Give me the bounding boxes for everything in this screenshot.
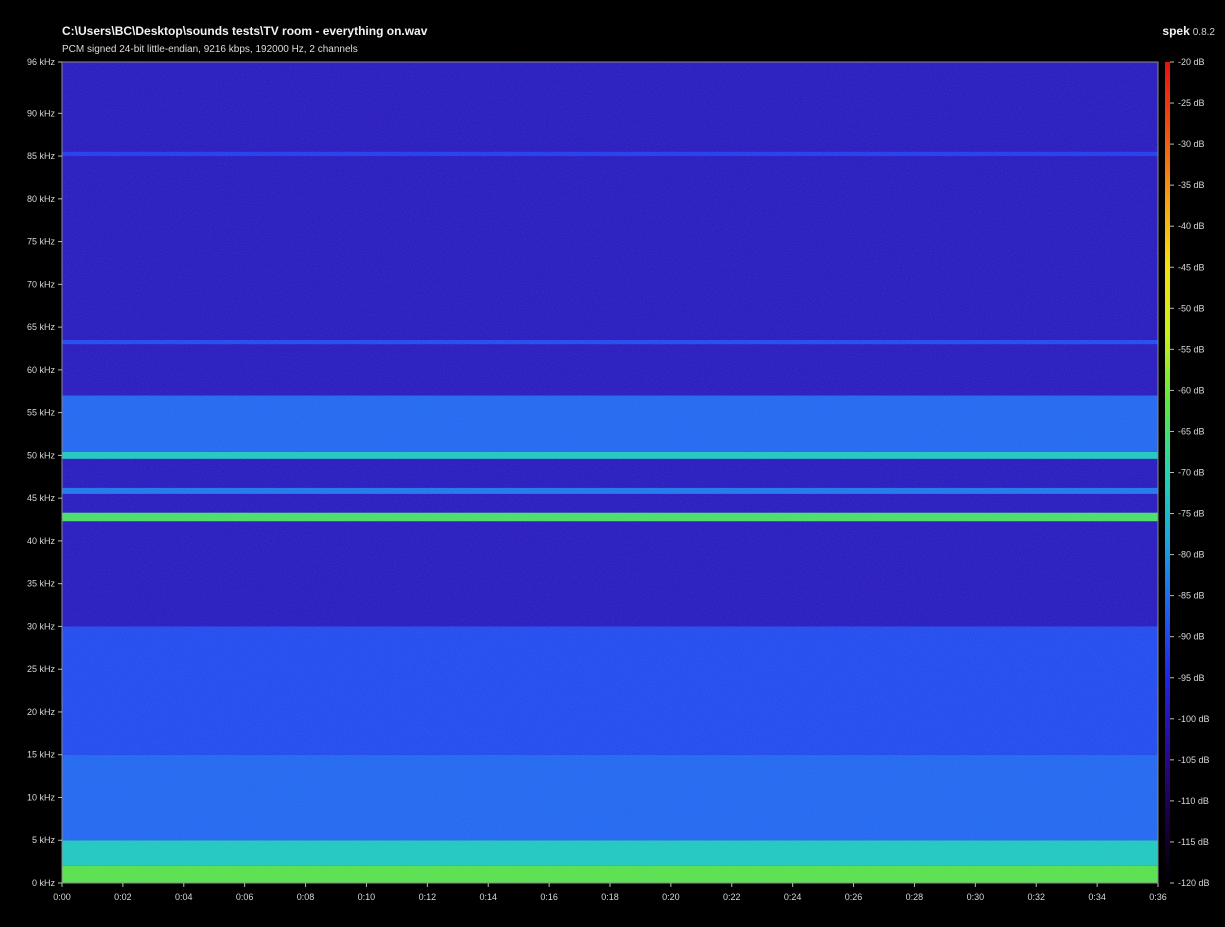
colorbar-tick-label: -100 dB xyxy=(1178,714,1210,724)
x-tick-label: 0:26 xyxy=(845,892,863,902)
colorbar-tick-label: -95 dB xyxy=(1178,673,1205,683)
y-tick-label: 25 kHz xyxy=(27,664,56,674)
x-tick-label: 0:18 xyxy=(601,892,619,902)
colorbar-tick-label: -60 dB xyxy=(1178,385,1205,395)
colorbar-tick-label: -110 dB xyxy=(1178,796,1209,806)
y-tick-label: 70 kHz xyxy=(27,279,56,289)
y-tick-label: 20 kHz xyxy=(27,707,56,717)
colorbar-tick-label: -45 dB xyxy=(1178,262,1205,272)
y-tick-label: 40 kHz xyxy=(27,536,56,546)
y-tick-label: 75 kHz xyxy=(27,237,56,247)
x-tick-label: 0:08 xyxy=(297,892,315,902)
x-tick-label: 0:24 xyxy=(784,892,802,902)
y-tick-label: 55 kHz xyxy=(27,408,56,418)
y-tick-label: 65 kHz xyxy=(27,322,56,332)
colorbar-tick-label: -85 dB xyxy=(1178,591,1205,601)
x-tick-label: 0:12 xyxy=(419,892,437,902)
x-tick-label: 0:00 xyxy=(53,892,71,902)
y-tick-label: 80 kHz xyxy=(27,194,56,204)
x-tick-label: 0:32 xyxy=(1027,892,1045,902)
x-tick-label: 0:20 xyxy=(662,892,680,902)
spectrogram-plot xyxy=(61,61,1159,884)
x-tick-label: 0:10 xyxy=(358,892,376,902)
colorbar-tick-label: -115 dB xyxy=(1178,837,1209,847)
y-tick-label: 85 kHz xyxy=(27,151,56,161)
y-tick-label: 96 kHz xyxy=(27,57,56,67)
y-tick-label: 15 kHz xyxy=(27,750,56,760)
y-tick-label: 0 kHz xyxy=(32,878,56,888)
colorbar-tick-label: -35 dB xyxy=(1178,180,1205,190)
y-tick-label: 45 kHz xyxy=(27,493,56,503)
colorbar-tick-label: -70 dB xyxy=(1178,468,1205,478)
colorbar-gradient xyxy=(1165,62,1170,883)
y-tick-label: 35 kHz xyxy=(27,579,56,589)
spectrogram-noise-texture xyxy=(62,62,1158,883)
y-tick-label: 50 kHz xyxy=(27,450,56,460)
colorbar-tick-label: -120 dB xyxy=(1178,878,1210,888)
colorbar-tick-label: -90 dB xyxy=(1178,632,1205,642)
x-tick-label: 0:02 xyxy=(114,892,132,902)
x-tick-label: 0:30 xyxy=(967,892,985,902)
colorbar-tick-label: -75 dB xyxy=(1178,509,1205,519)
colorbar-tick-label: -65 dB xyxy=(1178,426,1205,436)
x-tick-label: 0:22 xyxy=(723,892,741,902)
y-tick-label: 30 kHz xyxy=(27,621,56,631)
x-tick-label: 0:28 xyxy=(906,892,924,902)
colorbar-tick-label: -55 dB xyxy=(1178,344,1205,354)
colorbar-tick-label: -40 dB xyxy=(1178,221,1205,231)
colorbar-tick-label: -105 dB xyxy=(1178,755,1210,765)
y-tick-label: 60 kHz xyxy=(27,365,56,375)
y-tick-label: 90 kHz xyxy=(27,108,56,118)
spectrogram-chart: 0:00 0:02 0:04 0:06 0:08 0:10 0:12 0:14 0:16 0:18… xyxy=(27,57,1210,902)
y-tick-label: 10 kHz xyxy=(27,792,56,802)
frequency-axis: 0 kHz 5 kHz 10 kHz 15 kHz 20 kHz 25 kHz 30 kHz… xyxy=(27,57,62,888)
time-axis: 0:00 0:02 0:04 0:06 0:08 0:10 0:12 0:14 0:16 0:18… xyxy=(53,883,1167,902)
y-tick-label: 5 kHz xyxy=(32,835,56,845)
x-tick-label: 0:36 xyxy=(1149,892,1167,902)
colorbar-tick-label: -25 dB xyxy=(1178,98,1205,108)
x-tick-label: 0:14 xyxy=(479,892,497,902)
colorbar-tick-label: -30 dB xyxy=(1178,139,1205,149)
x-tick-label: 0:06 xyxy=(236,892,254,902)
colorbar-tick-label: -20 dB xyxy=(1178,57,1205,67)
colorbar-tick-label: -80 dB xyxy=(1178,550,1205,560)
db-colorbar: -20 dB -25 dB -30 dB -35 dB -40 dB -45 dB -50 … xyxy=(1165,57,1210,888)
colorbar-tick-label: -50 dB xyxy=(1178,303,1205,313)
x-tick-label: 0:34 xyxy=(1088,892,1106,902)
x-tick-label: 0:04 xyxy=(175,892,193,902)
x-tick-label: 0:16 xyxy=(540,892,558,902)
